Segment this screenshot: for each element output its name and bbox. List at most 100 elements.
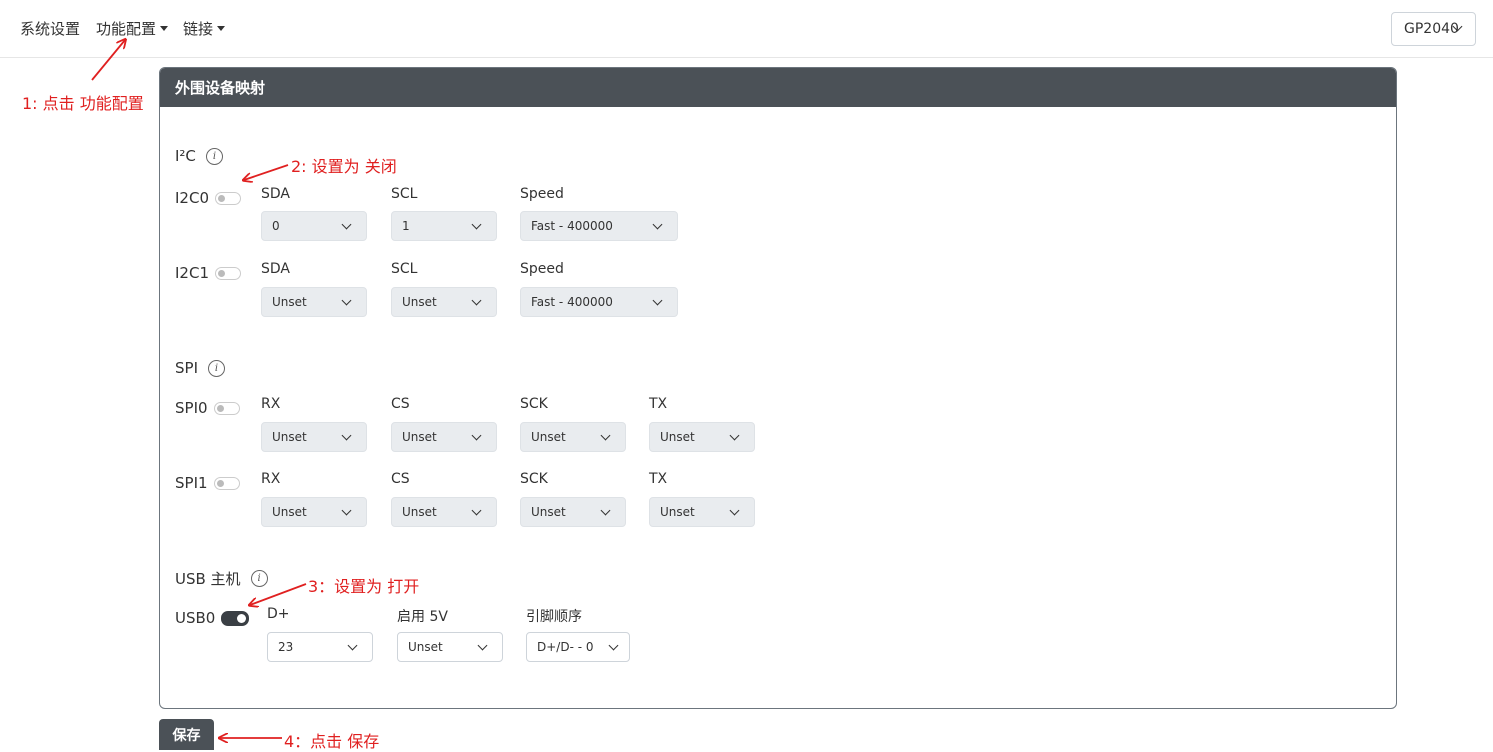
nav-label: 功能配置 (96, 20, 157, 38)
field-label: SCK (520, 471, 548, 487)
i2c1-toggle[interactable] (214, 266, 241, 280)
chevron-down-icon (729, 430, 740, 441)
select-value: Unset (402, 295, 437, 309)
field-label: SCL (391, 186, 418, 202)
row-label: I2C0 (175, 189, 209, 207)
save-button[interactable]: 保存 (159, 719, 214, 750)
i2c0-speed-select[interactable]: Fast - 400000 (520, 211, 678, 241)
annotation-step-2: 2: 设置为 关闭 (291, 157, 397, 176)
select-value: D+/D- - 0 (537, 640, 594, 654)
field-label: 引脚顺序 (526, 609, 582, 625)
chevron-down-icon (652, 295, 663, 306)
chevron-down-icon (477, 640, 488, 651)
annotation-step-1: 1: 点击 功能配置 (22, 94, 144, 113)
spi0-toggle[interactable] (213, 401, 240, 415)
spi0-sck-select[interactable]: Unset (520, 422, 626, 452)
select-value: Unset (531, 505, 566, 519)
nav-item-links[interactable]: 链接 (183, 18, 226, 39)
field-label: CS (391, 396, 410, 412)
field-label: Speed (520, 186, 564, 202)
field-label: SCK (520, 396, 548, 412)
annotation-step-4: 4：点击 保存 (284, 732, 380, 751)
usb-host-section-label: USB 主机 i (175, 568, 268, 589)
select-value: Fast - 400000 (531, 219, 613, 233)
i2c0-row-label: I2C0 (175, 189, 241, 207)
select-value: Unset (272, 505, 307, 519)
spi1-rx-select[interactable]: Unset (261, 497, 367, 527)
row-label: SPI1 (175, 474, 208, 492)
select-value: Unset (402, 430, 437, 444)
select-value: 23 (278, 640, 294, 654)
spi0-row-label: SPI0 (175, 399, 240, 417)
field-label: TX (649, 471, 668, 487)
chevron-down-icon (471, 430, 482, 441)
field-label: SDA (261, 261, 290, 277)
chevron-down-icon (471, 295, 482, 306)
i2c1-scl-select[interactable]: Unset (391, 287, 497, 317)
select-value: Unset (660, 430, 695, 444)
chevron-down-icon (341, 505, 352, 516)
nav-label: 链接 (183, 20, 214, 38)
chevron-down-icon (608, 640, 619, 651)
chevron-down-icon (729, 505, 740, 516)
spi0-tx-select[interactable]: Unset (649, 422, 755, 452)
chevron-down-icon (471, 219, 482, 230)
i2c0-scl-select[interactable]: 1 (391, 211, 497, 241)
nav-item-feature-config[interactable]: 功能配置 (96, 18, 169, 39)
field-label: RX (261, 396, 281, 412)
usb0-dplus-select[interactable]: 23 (267, 632, 373, 662)
chevron-down-icon (471, 505, 482, 516)
spi1-tx-select[interactable]: Unset (649, 497, 755, 527)
spi1-sck-select[interactable]: Unset (520, 497, 626, 527)
save-button-label: 保存 (172, 727, 201, 744)
i2c1-row-label: I2C1 (175, 264, 241, 282)
card-title: 外围设备映射 (175, 79, 266, 97)
row-label: USB0 (175, 609, 216, 627)
select-value: Unset (272, 430, 307, 444)
chevron-down-icon (341, 219, 352, 230)
row-label: SPI0 (175, 399, 208, 417)
spi1-toggle[interactable] (213, 476, 240, 490)
spi0-rx-select[interactable]: Unset (261, 422, 367, 452)
i2c1-sda-select[interactable]: Unset (261, 287, 367, 317)
section-title: SPI (175, 359, 198, 377)
select-value: Unset (272, 295, 307, 309)
i2c-section-label: I²C i (175, 147, 223, 165)
spi-section-label: SPI i (175, 359, 225, 377)
i2c0-sda-select[interactable]: 0 (261, 211, 367, 241)
field-label: 启用 5V (397, 609, 448, 625)
field-label: D+ (267, 606, 290, 622)
section-title: USB 主机 (175, 570, 241, 588)
select-value: 0 (272, 219, 280, 233)
info-icon[interactable]: i (208, 359, 225, 377)
field-label: SCL (391, 261, 418, 277)
usb0-pin-order-select[interactable]: D+/D- - 0 (526, 632, 630, 662)
nav-item-system-settings[interactable]: 系统设置 (20, 18, 80, 39)
field-label: CS (391, 471, 410, 487)
board-select-value: GP2040 (1404, 21, 1459, 37)
usb0-row-label: USB0 (175, 609, 250, 627)
i2c1-speed-select[interactable]: Fast - 400000 (520, 287, 678, 317)
board-select[interactable]: GP2040 (1391, 12, 1476, 46)
select-value: Unset (660, 505, 695, 519)
info-icon[interactable]: i (250, 570, 268, 587)
annotation-step-3: 3：设置为 打开 (308, 577, 420, 596)
spi1-cs-select[interactable]: Unset (391, 497, 497, 527)
i2c0-toggle[interactable] (214, 191, 241, 205)
field-label: Speed (520, 261, 564, 277)
chevron-down-icon (347, 640, 358, 651)
chevron-down-icon (600, 430, 611, 441)
usb0-enable-5v-select[interactable]: Unset (397, 632, 503, 662)
spi0-cs-select[interactable]: Unset (391, 422, 497, 452)
field-label: RX (261, 471, 281, 487)
select-value: Unset (402, 505, 437, 519)
info-icon[interactable]: i (205, 147, 223, 165)
chevron-down-icon (652, 219, 663, 230)
card-header: 外围设备映射 (160, 68, 1396, 107)
select-value: Unset (531, 430, 566, 444)
caret-down-icon (217, 26, 226, 31)
field-label: SDA (261, 186, 290, 202)
chevron-down-icon (600, 505, 611, 516)
usb0-toggle[interactable] (221, 610, 250, 626)
field-label: TX (649, 396, 668, 412)
